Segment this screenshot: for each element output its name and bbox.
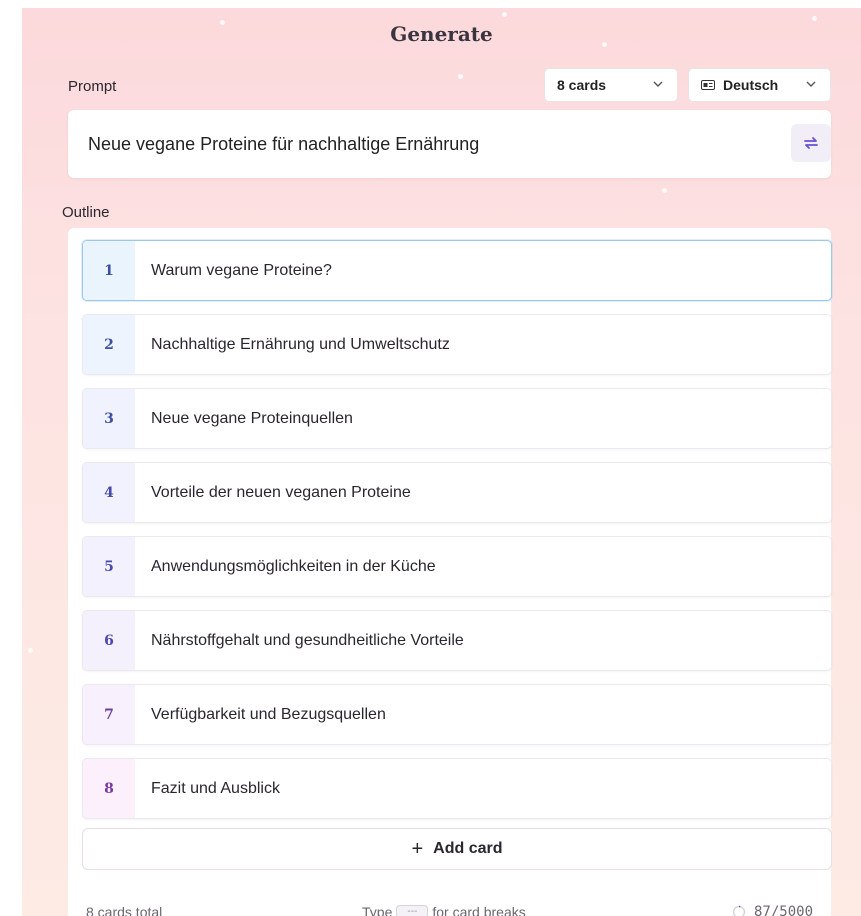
chevron-down-icon bbox=[806, 81, 816, 87]
card-number: 2 bbox=[83, 315, 135, 374]
shuffle-prompt-button[interactable] bbox=[791, 124, 831, 162]
card-number: 8 bbox=[83, 759, 135, 818]
card-number: 5 bbox=[83, 537, 135, 596]
language-select[interactable]: Deutsch bbox=[688, 68, 831, 102]
outline-card[interactable]: 8 Fazit und Ausblick bbox=[82, 758, 832, 819]
card-number: 1 bbox=[83, 241, 135, 300]
outline-card[interactable]: 7 Verfügbarkeit und Bezugsquellen bbox=[82, 684, 832, 745]
page-title: Generate bbox=[390, 22, 493, 46]
card-number: 3 bbox=[83, 389, 135, 448]
generate-panel: Generate Prompt 8 cards Deutsch Neue veg… bbox=[22, 8, 861, 916]
outline-card[interactable]: 5 Anwendungsmöglichkeiten in der Küche bbox=[82, 536, 832, 597]
outline-card[interactable]: 3 Neue vegane Proteinquellen bbox=[82, 388, 832, 449]
card-number: 6 bbox=[83, 611, 135, 670]
card-title[interactable]: Fazit und Ausblick bbox=[135, 780, 280, 798]
card-title[interactable]: Warum vegane Proteine? bbox=[135, 262, 332, 280]
add-card-label: Add card bbox=[433, 840, 503, 857]
card-title[interactable]: Vorteile der neuen veganen Proteine bbox=[135, 484, 411, 502]
card-break-hint: Type --- for card breaks bbox=[362, 904, 526, 916]
outline-card[interactable]: 1 Warum vegane Proteine? bbox=[82, 240, 832, 301]
card-number: 4 bbox=[83, 463, 135, 522]
outline-label: Outline bbox=[62, 204, 110, 221]
shuffle-icon bbox=[804, 137, 818, 149]
card-count-value: 8 cards bbox=[557, 77, 607, 93]
card-title[interactable]: Nährstoffgehalt und gesundheitliche Vort… bbox=[135, 632, 464, 650]
prompt-input[interactable]: Neue vegane Proteine für nachhaltige Ern… bbox=[68, 110, 831, 178]
card-title[interactable]: Nachhaltige Ernährung und Umweltschutz bbox=[135, 336, 450, 354]
prompt-label: Prompt bbox=[68, 78, 117, 95]
sparkle-decoration bbox=[662, 188, 667, 193]
outline-card[interactable]: 4 Vorteile der neuen veganen Proteine bbox=[82, 462, 832, 523]
sparkle-decoration bbox=[502, 12, 507, 17]
card-title[interactable]: Verfügbarkeit und Bezugsquellen bbox=[135, 706, 386, 724]
card-break-key: --- bbox=[396, 905, 429, 916]
plus-icon: + bbox=[411, 837, 424, 860]
hint-suffix: for card breaks bbox=[432, 904, 526, 916]
chevron-down-icon bbox=[653, 81, 663, 87]
hint-prefix: Type bbox=[362, 904, 393, 916]
language-value: Deutsch bbox=[723, 77, 779, 93]
card-number: 7 bbox=[83, 685, 135, 744]
sparkle-decoration bbox=[812, 16, 817, 21]
cards-total: 8 cards total bbox=[86, 904, 163, 916]
card-title[interactable]: Anwendungsmöglichkeiten in der Küche bbox=[135, 558, 436, 576]
char-count: 87/5000 bbox=[732, 904, 813, 916]
add-card-button[interactable]: + Add card bbox=[82, 828, 832, 870]
sparkle-decoration bbox=[458, 74, 463, 79]
outline-card[interactable]: 6 Nährstoffgehalt und gesundheitliche Vor… bbox=[82, 610, 832, 671]
card-count-select[interactable]: 8 cards bbox=[544, 68, 678, 102]
outline-list: 1 Warum vegane Proteine? 2 Nachhaltige Ernä… bbox=[68, 228, 832, 916]
outline-card[interactable]: 2 Nachhaltige Ernährung und Umweltschutz bbox=[82, 314, 832, 375]
prompt-text: Neue vegane Proteine für nachhaltige Ern… bbox=[88, 134, 480, 154]
language-icon bbox=[701, 80, 715, 90]
sparkle-decoration bbox=[28, 648, 33, 653]
char-count-value: 87/5000 bbox=[754, 904, 814, 916]
progress-ring-icon bbox=[732, 905, 746, 916]
card-title[interactable]: Neue vegane Proteinquellen bbox=[135, 410, 353, 428]
